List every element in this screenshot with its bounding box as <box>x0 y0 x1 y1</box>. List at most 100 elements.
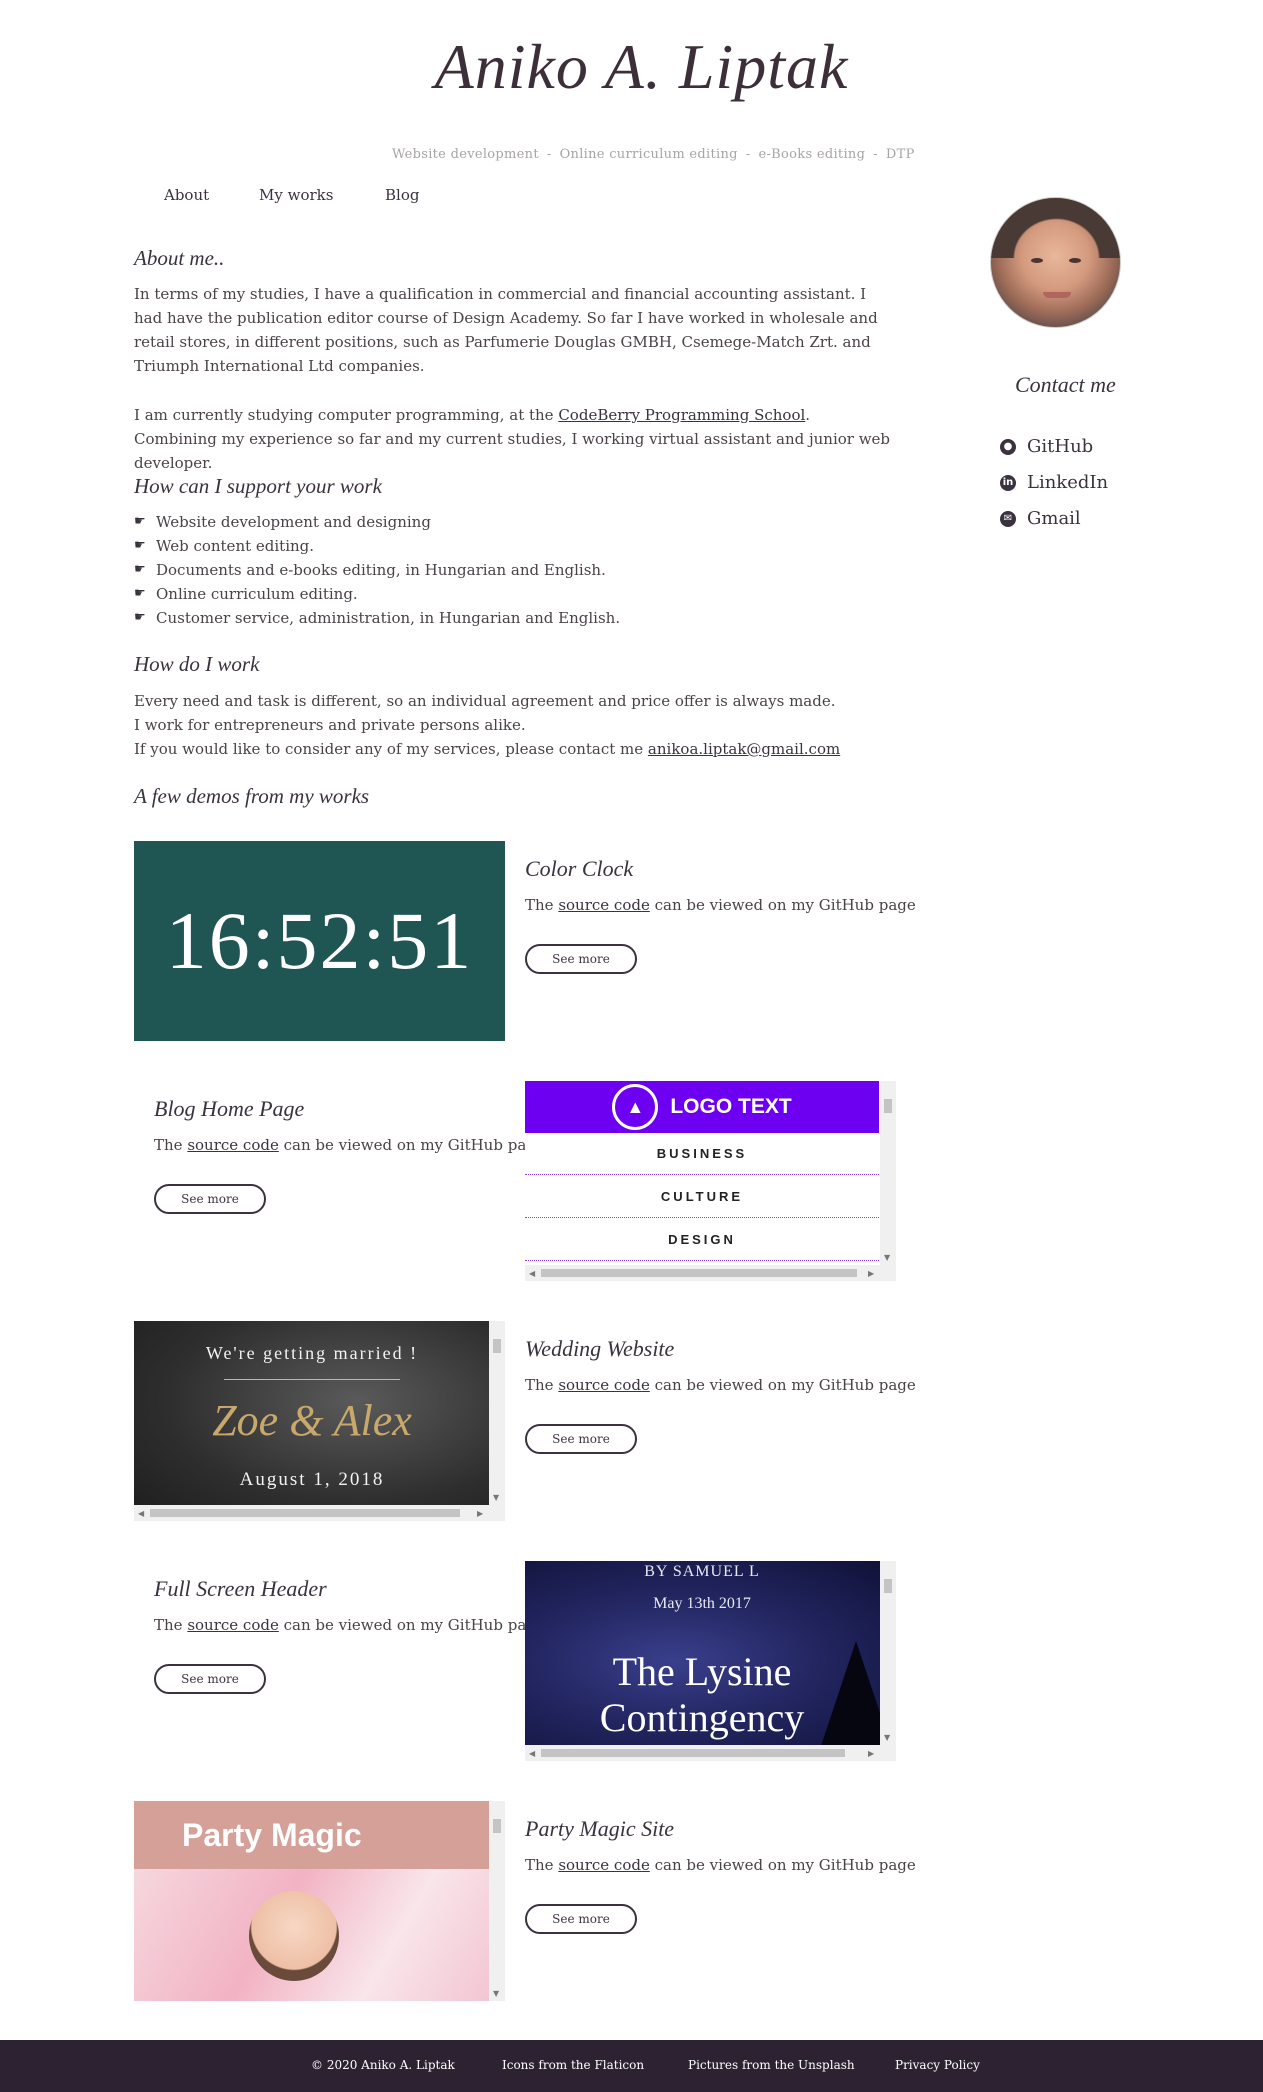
pointing-hand-icon: ☛ <box>134 514 146 529</box>
scrollbar-thumb[interactable] <box>884 1579 892 1593</box>
list-item-label: Web content editing. <box>156 537 315 555</box>
how-line-3-text: If you would like to consider any of my … <box>134 740 648 758</box>
about-paragraph-2-text: I am currently studying computer program… <box>134 406 559 424</box>
tagline-separator: - <box>745 147 751 162</box>
lysine-byline: BY SAMUEL L <box>644 1563 760 1580</box>
tagline-separator: - <box>873 147 878 162</box>
footer: © 2020 Aniko A. Liptak Icons from the Fl… <box>0 2040 1263 2092</box>
codeberry-link[interactable]: CodeBerry Programming School <box>558 406 805 424</box>
contact-github-link[interactable]: GitHub <box>1027 436 1093 457</box>
horizontal-scrollbar[interactable]: ◀ ▶ <box>134 1505 505 1521</box>
list-item-label: Documents and e-books editing, in Hungar… <box>156 561 606 579</box>
email-link[interactable]: anikoa.liptak@gmail.com <box>648 740 840 758</box>
demo-title-full-screen-header: Full Screen Header <box>154 1576 327 1601</box>
list-item-label: Customer service, administration, in Hun… <box>156 609 621 627</box>
party-magic-preview[interactable]: Party Magic ▼ <box>134 1801 505 2001</box>
nav-item-about[interactable]: About <box>164 186 209 204</box>
source-code-link[interactable]: source code <box>187 1616 279 1634</box>
demo-title-wedding: Wedding Website <box>525 1336 675 1361</box>
site-title: Aniko A. Liptak <box>434 31 849 102</box>
horizontal-scrollbar[interactable]: ◀ ▶ <box>525 1265 896 1281</box>
demo-desc-text: can be viewed on my GitHub page <box>278 1136 545 1154</box>
vertical-scrollbar[interactable]: ▼ <box>489 1321 505 1505</box>
tagline: Website development - Online curriculum ed… <box>392 147 915 162</box>
demo-desc-text: The <box>154 1616 188 1634</box>
party-header: Party Magic <box>134 1801 490 1869</box>
vertical-scrollbar[interactable]: ▼ <box>489 1801 505 2001</box>
contact-title: Contact me <box>1015 372 1116 397</box>
nav-item-blog[interactable]: Blog <box>385 186 419 204</box>
scroll-down-arrow-icon[interactable]: ▼ <box>884 1733 890 1742</box>
list-item: ☛ Web content editing. <box>134 534 620 558</box>
demo-desc: The source code can be viewed on my GitH… <box>525 896 916 914</box>
pointing-hand-icon: ☛ <box>134 586 146 601</box>
source-code-link[interactable]: source code <box>558 1856 650 1874</box>
demo-desc-text: can be viewed on my GitHub page <box>649 1376 916 1394</box>
scroll-down-arrow-icon[interactable]: ▼ <box>493 1493 499 1502</box>
vertical-scrollbar[interactable]: ▼ <box>880 1561 896 1745</box>
contact-gmail-link[interactable]: Gmail <box>1027 508 1081 529</box>
see-more-button[interactable]: See more <box>525 944 637 974</box>
scrollbar-thumb[interactable] <box>541 1269 857 1277</box>
party-photo <box>134 1869 490 2001</box>
blog-home-preview[interactable]: ▲ LOGO TEXT BUSINESS CULTURE DESIGN ▼ ◀ ▶ <box>525 1081 896 1281</box>
contact-gmail[interactable]: ✉ Gmail <box>1000 508 1081 529</box>
scroll-left-arrow-icon[interactable]: ◀ <box>138 1509 144 1518</box>
scroll-left-arrow-icon[interactable]: ◀ <box>529 1749 535 1758</box>
demo-desc: The source code can be viewed on my GitH… <box>154 1616 545 1634</box>
see-more-button[interactable]: See more <box>154 1664 266 1694</box>
scroll-right-arrow-icon[interactable]: ▶ <box>868 1749 874 1758</box>
horizontal-scrollbar[interactable]: ◀ ▶ <box>525 1745 896 1761</box>
color-clock-preview[interactable]: 16:52:51 <box>134 841 505 1041</box>
footer-privacy-link[interactable]: Privacy Policy <box>895 2058 980 2072</box>
see-more-button[interactable]: See more <box>154 1184 266 1214</box>
nav-item-my-works[interactable]: My works <box>259 186 333 204</box>
support-list: ☛ Website development and designing ☛ Web … <box>134 510 620 630</box>
scroll-down-arrow-icon[interactable]: ▼ <box>884 1253 890 1262</box>
footer-icons-credit[interactable]: Icons from the Flaticon <box>502 2058 644 2072</box>
demo-desc: The source code can be viewed on my GitH… <box>525 1856 916 1874</box>
footer-copyright: © 2020 Aniko A. Liptak <box>311 2058 455 2072</box>
gmail-icon: ✉ <box>1000 510 1016 527</box>
demo-title-color-clock: Color Clock <box>525 856 634 881</box>
avatar-eye <box>1069 258 1081 263</box>
wedding-preview[interactable]: We're getting married ! Zoe & Alex Augus… <box>134 1321 505 1521</box>
see-more-button[interactable]: See more <box>525 1424 637 1454</box>
scroll-right-arrow-icon[interactable]: ▶ <box>868 1269 874 1278</box>
full-screen-header-preview[interactable]: BY SAMUEL L May 13th 2017 The Lysine Cont… <box>525 1561 896 1761</box>
lysine-date: May 13th 2017 <box>653 1595 751 1612</box>
scrollbar-thumb[interactable] <box>541 1749 845 1757</box>
avatar-eye <box>1031 258 1043 263</box>
footer-pictures-credit[interactable]: Pictures from the Unsplash <box>688 2058 855 2072</box>
scroll-left-arrow-icon[interactable]: ◀ <box>529 1269 535 1278</box>
contact-linkedin[interactable]: in LinkedIn <box>1000 472 1108 493</box>
see-more-button[interactable]: See more <box>525 1904 637 1934</box>
demos-heading: A few demos from my works <box>134 784 370 808</box>
tagline-item: e-Books editing <box>758 147 866 162</box>
scrollbar-thumb[interactable] <box>493 1339 501 1353</box>
tagline-separator: - <box>546 147 552 162</box>
about-paragraph-1: In terms of my studies, I have a qualifi… <box>134 285 878 375</box>
contact-github[interactable]: ● GitHub <box>1000 436 1093 457</box>
scroll-right-arrow-icon[interactable]: ▶ <box>477 1509 483 1518</box>
blog-logo-bar: ▲ LOGO TEXT <box>525 1081 879 1133</box>
demo-desc-text: can be viewed on my GitHub page <box>649 896 916 914</box>
party-child-face <box>249 1891 339 1981</box>
contact-linkedin-link[interactable]: LinkedIn <box>1027 472 1108 493</box>
demo-desc-text: The <box>525 1856 559 1874</box>
github-icon: ● <box>1000 438 1016 455</box>
scrollbar-thumb[interactable] <box>150 1509 460 1517</box>
list-item: ☛ Customer service, administration, in Hu… <box>134 606 620 630</box>
avatar-mouth <box>1043 292 1071 298</box>
source-code-link[interactable]: source code <box>558 1376 650 1394</box>
blog-nav-item: CULTURE <box>525 1176 879 1218</box>
scrollbar-thumb[interactable] <box>493 1819 501 1833</box>
scrollbar-thumb[interactable] <box>884 1099 892 1113</box>
source-code-link[interactable]: source code <box>558 896 650 914</box>
source-code-link[interactable]: source code <box>187 1136 279 1154</box>
blog-nav-item: BUSINESS <box>525 1133 879 1175</box>
scroll-down-arrow-icon[interactable]: ▼ <box>493 1989 499 1998</box>
pointing-hand-icon: ☛ <box>134 610 146 625</box>
vertical-scrollbar[interactable]: ▼ <box>880 1081 896 1265</box>
demo-desc-text: can be viewed on my GitHub page <box>278 1616 545 1634</box>
